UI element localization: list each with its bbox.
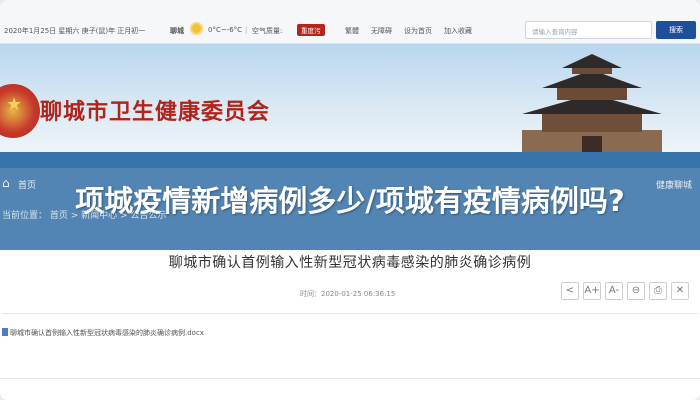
divider	[0, 378, 700, 379]
home-icon[interactable]: ⌂	[2, 176, 10, 190]
tower-icon	[522, 54, 662, 152]
view-icon[interactable]: ⊖	[627, 282, 645, 300]
title-overlay: ⌂ 首页 健康聊城 当前位置： 首页 > 新闻中心 > 公告公示 项城疫情新增病…	[0, 152, 700, 250]
publish-time: 时间：2020-01-25 06:36:15	[300, 290, 396, 298]
article-tools: < A+ A- ⊖ ⎙ ✕	[561, 282, 689, 300]
site-title: 聊城市卫生健康委员会	[40, 100, 271, 125]
aqi-badge: 重度污	[297, 24, 325, 36]
link-traditional[interactable]: 繁體	[345, 26, 359, 36]
top-links: 繁體 无障碍 设为首页 加入收藏	[345, 26, 472, 36]
nav-healthy-liaocheng[interactable]: 健康聊城	[656, 178, 692, 191]
city-label: 聊城	[170, 27, 184, 35]
search-button[interactable]: 搜索	[656, 21, 696, 39]
aqi-label: 空气质量:	[252, 27, 283, 35]
close-icon[interactable]: ✕	[671, 282, 689, 300]
link-accessibility[interactable]: 无障碍	[371, 26, 392, 36]
date-text: 2020年1月25日 星期六 庚子(鼠)年 正月初一	[4, 27, 146, 35]
article-title: 聊城市确认首例输入性新型冠状病毒感染的肺炎确诊病例	[168, 255, 532, 271]
divider	[2, 313, 698, 314]
header-banner: 聊城市卫生健康委员会	[0, 44, 700, 152]
search-input[interactable]: 请输入查询内容	[525, 21, 652, 39]
temperature-text: 0°C~-6°C	[208, 26, 243, 34]
share-icon[interactable]: <	[561, 282, 579, 300]
font-decrease-icon[interactable]: A-	[605, 282, 623, 300]
doc-icon	[2, 328, 8, 336]
breadcrumb: 当前位置： 首页 > 新闻中心 > 公告公示	[2, 211, 167, 221]
sun-icon	[190, 22, 203, 35]
national-emblem-icon	[0, 84, 40, 138]
article-content: 聊城市确认首例输入性新型冠状病毒感染的肺炎确诊病例 时间：2020-01-25 …	[0, 250, 700, 400]
browser-frame: 2020年1月25日 星期六 庚子(鼠)年 正月初一 聊城 0°C~-6°C |…	[0, 0, 700, 400]
print-icon[interactable]: ⎙	[649, 282, 667, 300]
link-favorite[interactable]: 加入收藏	[444, 26, 472, 36]
attachment-label: 聊城市确认首例输入性新型冠状病毒感染的肺炎确诊病例.docx	[10, 329, 204, 337]
attachment-link[interactable]: 聊城市确认首例输入性新型冠状病毒感染的肺炎确诊病例.docx	[2, 328, 204, 338]
separator: |	[245, 26, 248, 34]
font-increase-icon[interactable]: A+	[583, 282, 601, 300]
nav-home[interactable]: 首页	[18, 178, 36, 191]
link-set-home[interactable]: 设为首页	[404, 26, 432, 36]
top-bar: 2020年1月25日 星期六 庚子(鼠)年 正月初一 聊城 0°C~-6°C |…	[0, 0, 700, 44]
